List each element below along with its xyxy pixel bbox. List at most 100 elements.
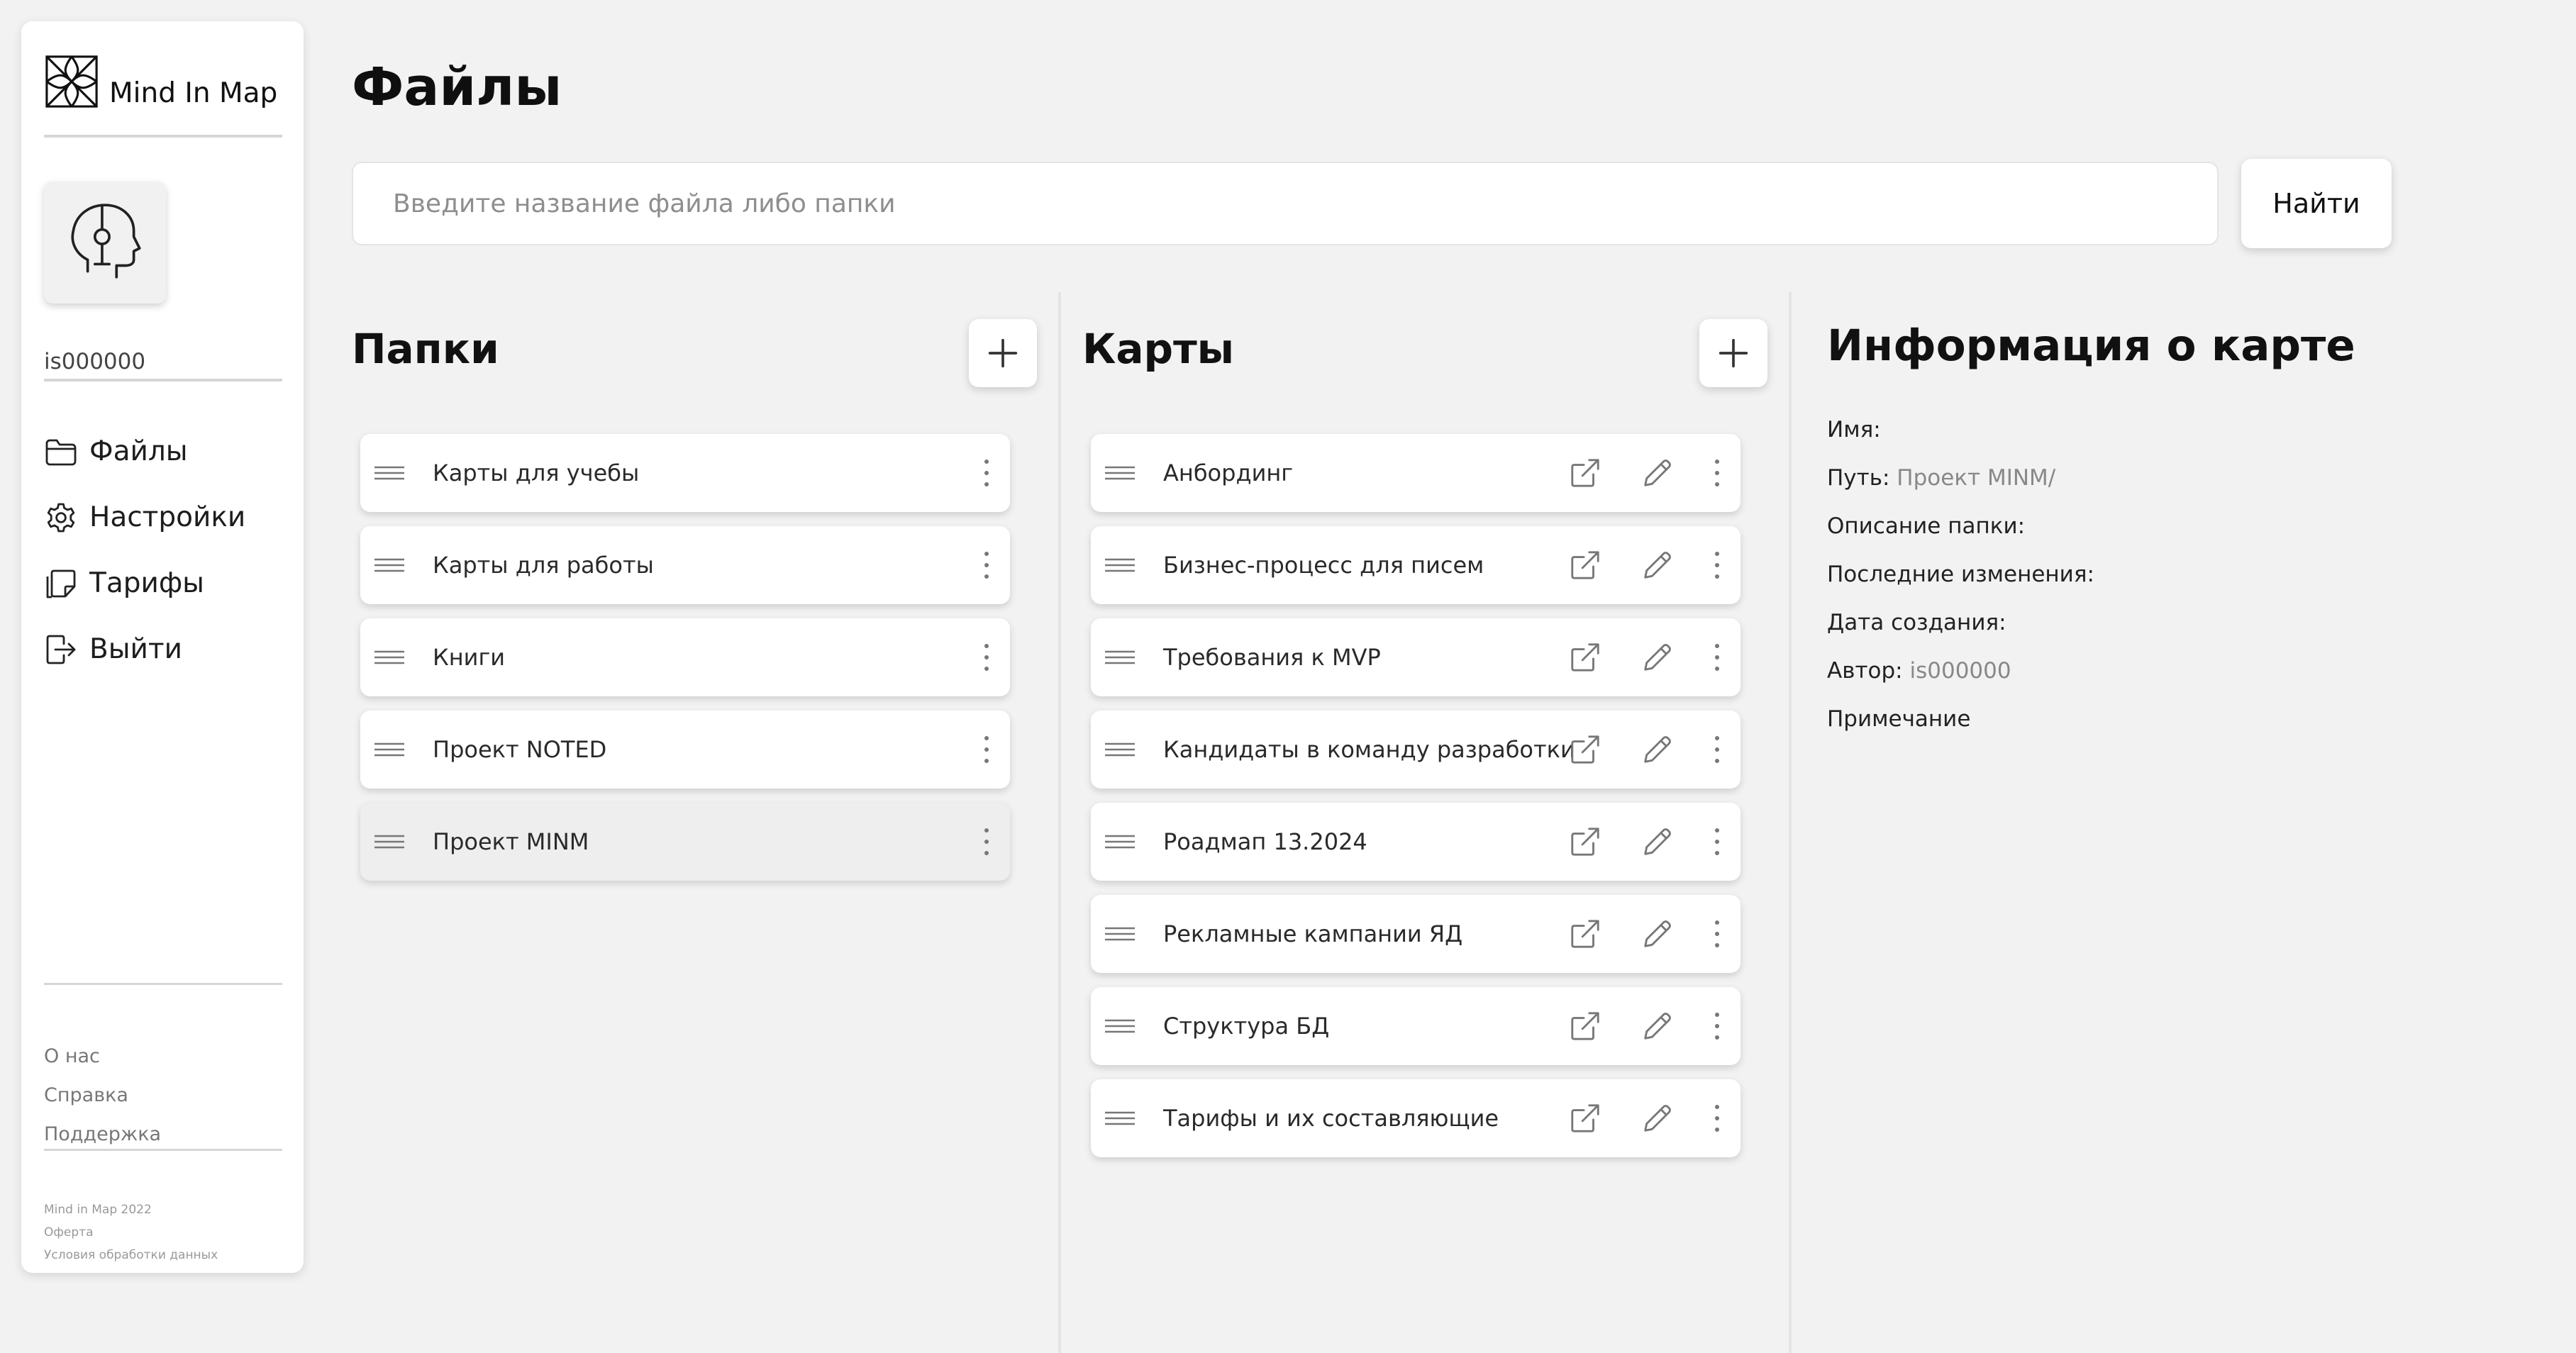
- add-map-button[interactable]: [1699, 319, 1767, 387]
- map-row[interactable]: Тарифы и их составляющие: [1091, 1079, 1741, 1157]
- edit-pencil-icon[interactable]: [1641, 641, 1674, 674]
- data-policy-link[interactable]: Условия обработки данных: [44, 1244, 218, 1266]
- folder-row[interactable]: Проект MINM: [360, 803, 1010, 881]
- edit-pencil-icon[interactable]: [1641, 1102, 1674, 1135]
- plus-icon: [1719, 338, 1748, 368]
- drag-handle-icon[interactable]: [374, 555, 404, 576]
- info-created: Дата создания:: [1827, 604, 2094, 652]
- drag-handle-icon[interactable]: [1105, 647, 1135, 668]
- drag-handle-icon[interactable]: [1105, 739, 1135, 760]
- nav-item-label: Файлы: [89, 435, 188, 467]
- map-row[interactable]: Роадмап 13.2024: [1091, 803, 1741, 881]
- drag-handle-icon[interactable]: [374, 739, 404, 760]
- more-options-icon[interactable]: [976, 728, 997, 771]
- info-links: О нас Справка Поддержка: [44, 1037, 161, 1154]
- offer-link[interactable]: Оферта: [44, 1221, 218, 1244]
- open-external-icon[interactable]: [1569, 641, 1601, 674]
- drag-handle-icon[interactable]: [374, 462, 404, 484]
- gear-icon: [47, 503, 75, 532]
- edit-pencil-icon[interactable]: [1641, 549, 1674, 581]
- avatar[interactable]: [44, 182, 166, 304]
- sidebar-divider: [44, 983, 282, 985]
- nav-item-tariffs[interactable]: Тарифы: [44, 550, 245, 616]
- edit-pencil-icon[interactable]: [1641, 825, 1674, 858]
- drag-handle-icon[interactable]: [1105, 923, 1135, 945]
- more-options-icon[interactable]: [1706, 1097, 1728, 1140]
- more-options-icon[interactable]: [976, 820, 997, 863]
- folder-row-label: Карты для работы: [433, 552, 654, 579]
- edit-pencil-icon[interactable]: [1641, 918, 1674, 950]
- open-external-icon[interactable]: [1569, 549, 1601, 581]
- folder-row[interactable]: Карты для учебы: [360, 434, 1010, 512]
- folder-icon: [45, 439, 77, 465]
- logo-icon: [45, 55, 98, 108]
- drag-handle-icon[interactable]: [374, 831, 404, 852]
- support-link[interactable]: Поддержка: [44, 1115, 161, 1154]
- logo[interactable]: Mind In Map: [44, 54, 277, 109]
- column-divider: [1058, 292, 1061, 1353]
- open-external-icon[interactable]: [1569, 918, 1601, 950]
- info-modified: Последние изменения:: [1827, 556, 2094, 604]
- map-row[interactable]: Структура БД: [1091, 987, 1741, 1065]
- nav-item-files[interactable]: Файлы: [44, 418, 245, 484]
- open-external-icon[interactable]: [1569, 1102, 1601, 1135]
- more-options-icon[interactable]: [1706, 636, 1728, 679]
- nav-item-label: Выйти: [89, 633, 182, 665]
- folder-row[interactable]: Книги: [360, 618, 1010, 696]
- more-options-icon[interactable]: [1706, 1005, 1728, 1047]
- edit-pencil-icon[interactable]: [1641, 457, 1674, 489]
- add-folder-button[interactable]: [969, 319, 1037, 387]
- folder-row[interactable]: Проект NOTED: [360, 711, 1010, 789]
- more-options-icon[interactable]: [1706, 728, 1728, 771]
- map-row[interactable]: Требования к MVP: [1091, 618, 1741, 696]
- sidebar-divider: [44, 379, 282, 382]
- map-row[interactable]: Рекламные кампании ЯД: [1091, 895, 1741, 973]
- map-row[interactable]: Анбординг: [1091, 434, 1741, 512]
- folder-row[interactable]: Карты для работы: [360, 526, 1010, 604]
- more-options-icon[interactable]: [976, 452, 997, 494]
- drag-handle-icon[interactable]: [1105, 462, 1135, 484]
- map-info-title: Информация о карте: [1827, 321, 2355, 371]
- folder-row-label: Карты для учебы: [433, 460, 640, 486]
- nav-item-settings[interactable]: Настройки: [44, 484, 245, 550]
- more-options-icon[interactable]: [1706, 820, 1728, 863]
- edit-pencil-icon[interactable]: [1641, 733, 1674, 766]
- open-external-icon[interactable]: [1569, 733, 1601, 766]
- search-input[interactable]: [352, 162, 2219, 245]
- folder-row-label: Проект NOTED: [433, 736, 607, 763]
- maps-title: Карты: [1082, 325, 1235, 373]
- sidebar-nav: Файлы Настройки Тарифы Выйти: [44, 418, 245, 682]
- info-description: Описание папки:: [1827, 508, 2094, 556]
- open-external-icon[interactable]: [1569, 825, 1601, 858]
- drag-handle-icon[interactable]: [1105, 1015, 1135, 1037]
- logout-icon: [46, 635, 76, 664]
- search-button[interactable]: Найти: [2241, 159, 2392, 248]
- more-options-icon[interactable]: [976, 636, 997, 679]
- info-description-label: Описание папки:: [1827, 513, 2026, 539]
- more-options-icon[interactable]: [1706, 452, 1728, 494]
- info-author: Автор: is000000: [1827, 652, 2094, 701]
- edit-pencil-icon[interactable]: [1641, 1010, 1674, 1042]
- open-external-icon[interactable]: [1569, 1010, 1601, 1042]
- map-info-panel: Имя: Путь: Проект MINM/ Описание папки: …: [1827, 411, 2094, 749]
- sidebar-divider: [44, 1149, 282, 1151]
- nav-item-logout[interactable]: Выйти: [44, 616, 245, 682]
- drag-handle-icon[interactable]: [374, 647, 404, 668]
- drag-handle-icon[interactable]: [1105, 555, 1135, 576]
- about-link[interactable]: О нас: [44, 1037, 161, 1076]
- info-author-label: Автор:: [1827, 658, 1903, 684]
- map-row[interactable]: Кандидаты в команду разработки: [1091, 711, 1741, 789]
- folders-list: Карты для учебы Карты для работы Книги Прое…: [360, 434, 1010, 895]
- more-options-icon[interactable]: [1706, 544, 1728, 586]
- map-row-label: Структура БД: [1163, 1013, 1330, 1040]
- drag-handle-icon[interactable]: [1105, 1108, 1135, 1129]
- help-link[interactable]: Справка: [44, 1076, 161, 1115]
- drag-handle-icon[interactable]: [1105, 831, 1135, 852]
- map-row-label: Требования к MVP: [1163, 644, 1381, 671]
- open-external-icon[interactable]: [1569, 457, 1601, 489]
- more-options-icon[interactable]: [1706, 913, 1728, 955]
- map-row-label: Тарифы и их составляющие: [1163, 1105, 1499, 1132]
- maps-list: Анбординг Бизнес-процесс для писем Требова…: [1091, 434, 1741, 1171]
- more-options-icon[interactable]: [976, 544, 997, 586]
- map-row[interactable]: Бизнес-процесс для писем: [1091, 526, 1741, 604]
